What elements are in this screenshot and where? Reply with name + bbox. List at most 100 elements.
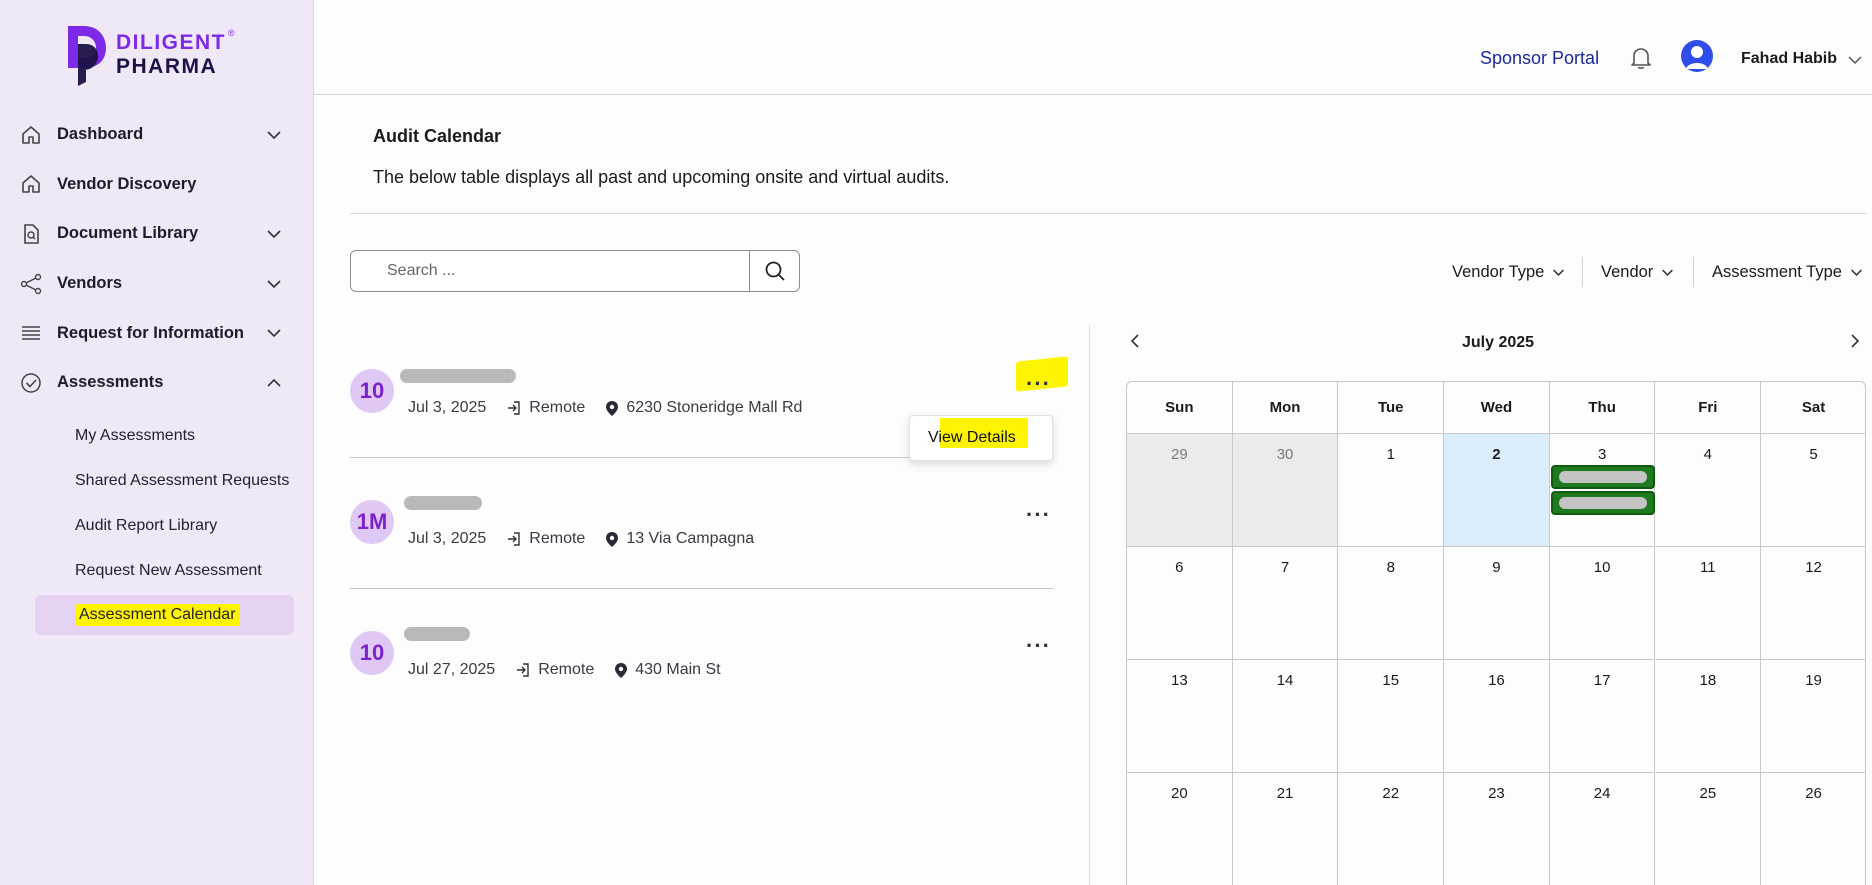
calendar-day-cell[interactable]: 8 [1338, 547, 1445, 660]
calendar-day-number: 11 [1700, 559, 1716, 576]
audit-mode: Remote [506, 399, 585, 417]
calendar-day-cell[interactable]: 18 [1655, 660, 1762, 773]
chevron-down-icon[interactable] [1847, 52, 1863, 68]
more-options-button[interactable]: ··· [1026, 502, 1051, 528]
calendar-day-cell[interactable]: 30 [1232, 434, 1339, 547]
chevron-down-icon[interactable] [266, 325, 282, 341]
calendar-day-cell[interactable]: 19 [1761, 660, 1865, 773]
calendar-day-cell[interactable]: 26 [1761, 773, 1865, 885]
user-icon [1686, 46, 1708, 69]
calendar-day-number: 9 [1492, 559, 1501, 576]
logo-mark-icon [68, 26, 106, 86]
calendar-day-cell[interactable]: 9 [1444, 547, 1550, 660]
chevron-right-icon[interactable] [1847, 333, 1863, 349]
sidebar-item-label: Request for Information [57, 323, 245, 342]
chevron-down-icon[interactable] [266, 226, 282, 242]
more-options-button[interactable]: ··· [1026, 371, 1051, 397]
filter-separator [1693, 257, 1694, 287]
brand-registered: ® [228, 28, 235, 38]
calendar-day-cell[interactable]: 29 [1127, 434, 1233, 547]
sidebar-item-vendors[interactable]: Vendors [0, 259, 314, 309]
sidebar-item-assessments[interactable]: Assessments [0, 358, 314, 408]
calendar-day-number: 3 [1597, 446, 1607, 463]
home-icon [20, 124, 42, 146]
sidebar-item-document-library[interactable]: Document Library [0, 209, 314, 259]
weekday-header: Thu [1549, 382, 1656, 434]
calendar-day-cell[interactable]: 13 [1127, 660, 1233, 773]
view-details-menu-item[interactable]: View Details [928, 429, 1016, 447]
calendar-event[interactable] [1550, 465, 1655, 489]
calendar-day-cell[interactable]: 14 [1232, 660, 1339, 773]
calendar-day-cell[interactable]: 23 [1444, 773, 1550, 885]
calendar-day-cell[interactable]: 16 [1444, 660, 1550, 773]
share-icon [20, 273, 42, 295]
chevron-left-icon[interactable] [1127, 333, 1143, 349]
calendar-event[interactable] [1550, 491, 1655, 515]
submenu-item-shared-assessment-requests[interactable]: Shared Assessment Requests [0, 458, 314, 503]
sidebar-item-vendor-discovery[interactable]: Vendor Discovery [0, 160, 314, 210]
calendar-day-cell[interactable]: 25 [1656, 773, 1762, 885]
chevron-down-icon[interactable] [266, 127, 282, 143]
filter-vendor[interactable]: Vendor [1601, 263, 1674, 282]
calendar-day-number: 7 [1280, 559, 1290, 576]
calendar-day-cell[interactable]: 24 [1550, 773, 1656, 885]
chevron-down-icon[interactable] [266, 276, 282, 292]
calendar-grid: Sun Mon Tue Wed Thu Fri Sat 29 30 1 2 3 4 5 6 7 8 9 10 11 12… [1126, 381, 1866, 885]
brand-line2: PHARMA [116, 55, 218, 78]
filter-label: Vendor [1601, 263, 1654, 281]
more-options-button[interactable]: ··· [1026, 633, 1051, 659]
sign-in-icon [517, 663, 529, 677]
calendar-day-cell[interactable]: 6 [1127, 547, 1233, 660]
sidebar-item-dashboard[interactable]: Dashboard [0, 110, 314, 160]
sidebar-item-request-for-information[interactable]: Request for Information [0, 308, 314, 358]
audit-location: 13 Via Campagna [605, 530, 754, 548]
calendar-day-cell[interactable]: 15 [1338, 660, 1445, 773]
audit-address: 6230 Stoneridge Mall Rd [626, 399, 803, 416]
calendar-day-cell[interactable]: 4 [1655, 434, 1762, 547]
search-button[interactable] [749, 249, 799, 292]
check-circle-icon [20, 372, 42, 394]
row-divider [350, 588, 1053, 589]
audit-mode: Remote [515, 661, 594, 679]
sidebar: DILIGENT ® PHARMA Dashboard Vendor Disco… [0, 0, 314, 885]
calendar-day-number: 18 [1699, 672, 1717, 689]
calendar-day-number: 6 [1175, 559, 1184, 576]
sponsor-portal-link[interactable]: Sponsor Portal [1480, 48, 1599, 69]
bell-icon[interactable] [1630, 46, 1652, 70]
calendar-day-cell[interactable]: 12 [1761, 547, 1865, 660]
search-input[interactable] [363, 257, 733, 285]
calendar-day-cell[interactable]: 20 [1127, 773, 1233, 885]
calendar-day-number: 4 [1703, 446, 1713, 463]
calendar-day-cell[interactable]: 21 [1233, 773, 1339, 885]
calendar-day-number: 29 [1171, 446, 1188, 463]
calendar-day-number: 5 [1809, 446, 1818, 463]
calendar-day-cell[interactable]: 17 [1549, 660, 1656, 773]
submenu-item-assessment-calendar[interactable]: Assessment Calendar [35, 595, 294, 635]
audit-address: 13 Via Campagna [626, 530, 755, 547]
submenu-item-label: Assessment Calendar [75, 604, 240, 626]
calendar-day-number: 8 [1386, 559, 1395, 576]
calendar-day-cell[interactable]: 22 [1338, 773, 1445, 885]
calendar-day-cell[interactable]: 10 [1549, 547, 1656, 660]
filter-vendor-type[interactable]: Vendor Type [1452, 263, 1565, 282]
location-pin-icon [615, 662, 628, 678]
calendar-day-cell[interactable]: 1 [1338, 434, 1445, 547]
brand-logo[interactable]: DILIGENT ® PHARMA [64, 22, 254, 86]
chevron-up-icon[interactable] [266, 375, 282, 391]
calendar-day-cell[interactable]: 7 [1232, 547, 1339, 660]
sidebar-item-label: Vendors [57, 274, 123, 293]
calendar-day-cell[interactable]: 11 [1655, 547, 1762, 660]
user-name[interactable]: Fahad Habib [1741, 50, 1837, 68]
user-avatar[interactable] [1681, 40, 1713, 72]
filter-assessment-type[interactable]: Assessment Type [1712, 263, 1863, 282]
audit-meta: Jul 3, 2025 Remote 13 Via Campagna [408, 530, 754, 548]
list-icon [20, 322, 42, 344]
calendar-day-cell[interactable]: 3 [1549, 434, 1656, 547]
submenu-item-audit-report-library[interactable]: Audit Report Library [0, 503, 314, 548]
submenu-item-request-new-assessment[interactable]: Request New Assessment [0, 548, 314, 593]
calendar-day-cell[interactable]: 2 [1444, 434, 1550, 547]
calendar-day-number: 10 [1593, 559, 1611, 576]
page-title: Audit Calendar [373, 126, 502, 146]
calendar-day-cell[interactable]: 5 [1761, 434, 1865, 547]
submenu-item-my-assessments[interactable]: My Assessments [0, 413, 314, 458]
